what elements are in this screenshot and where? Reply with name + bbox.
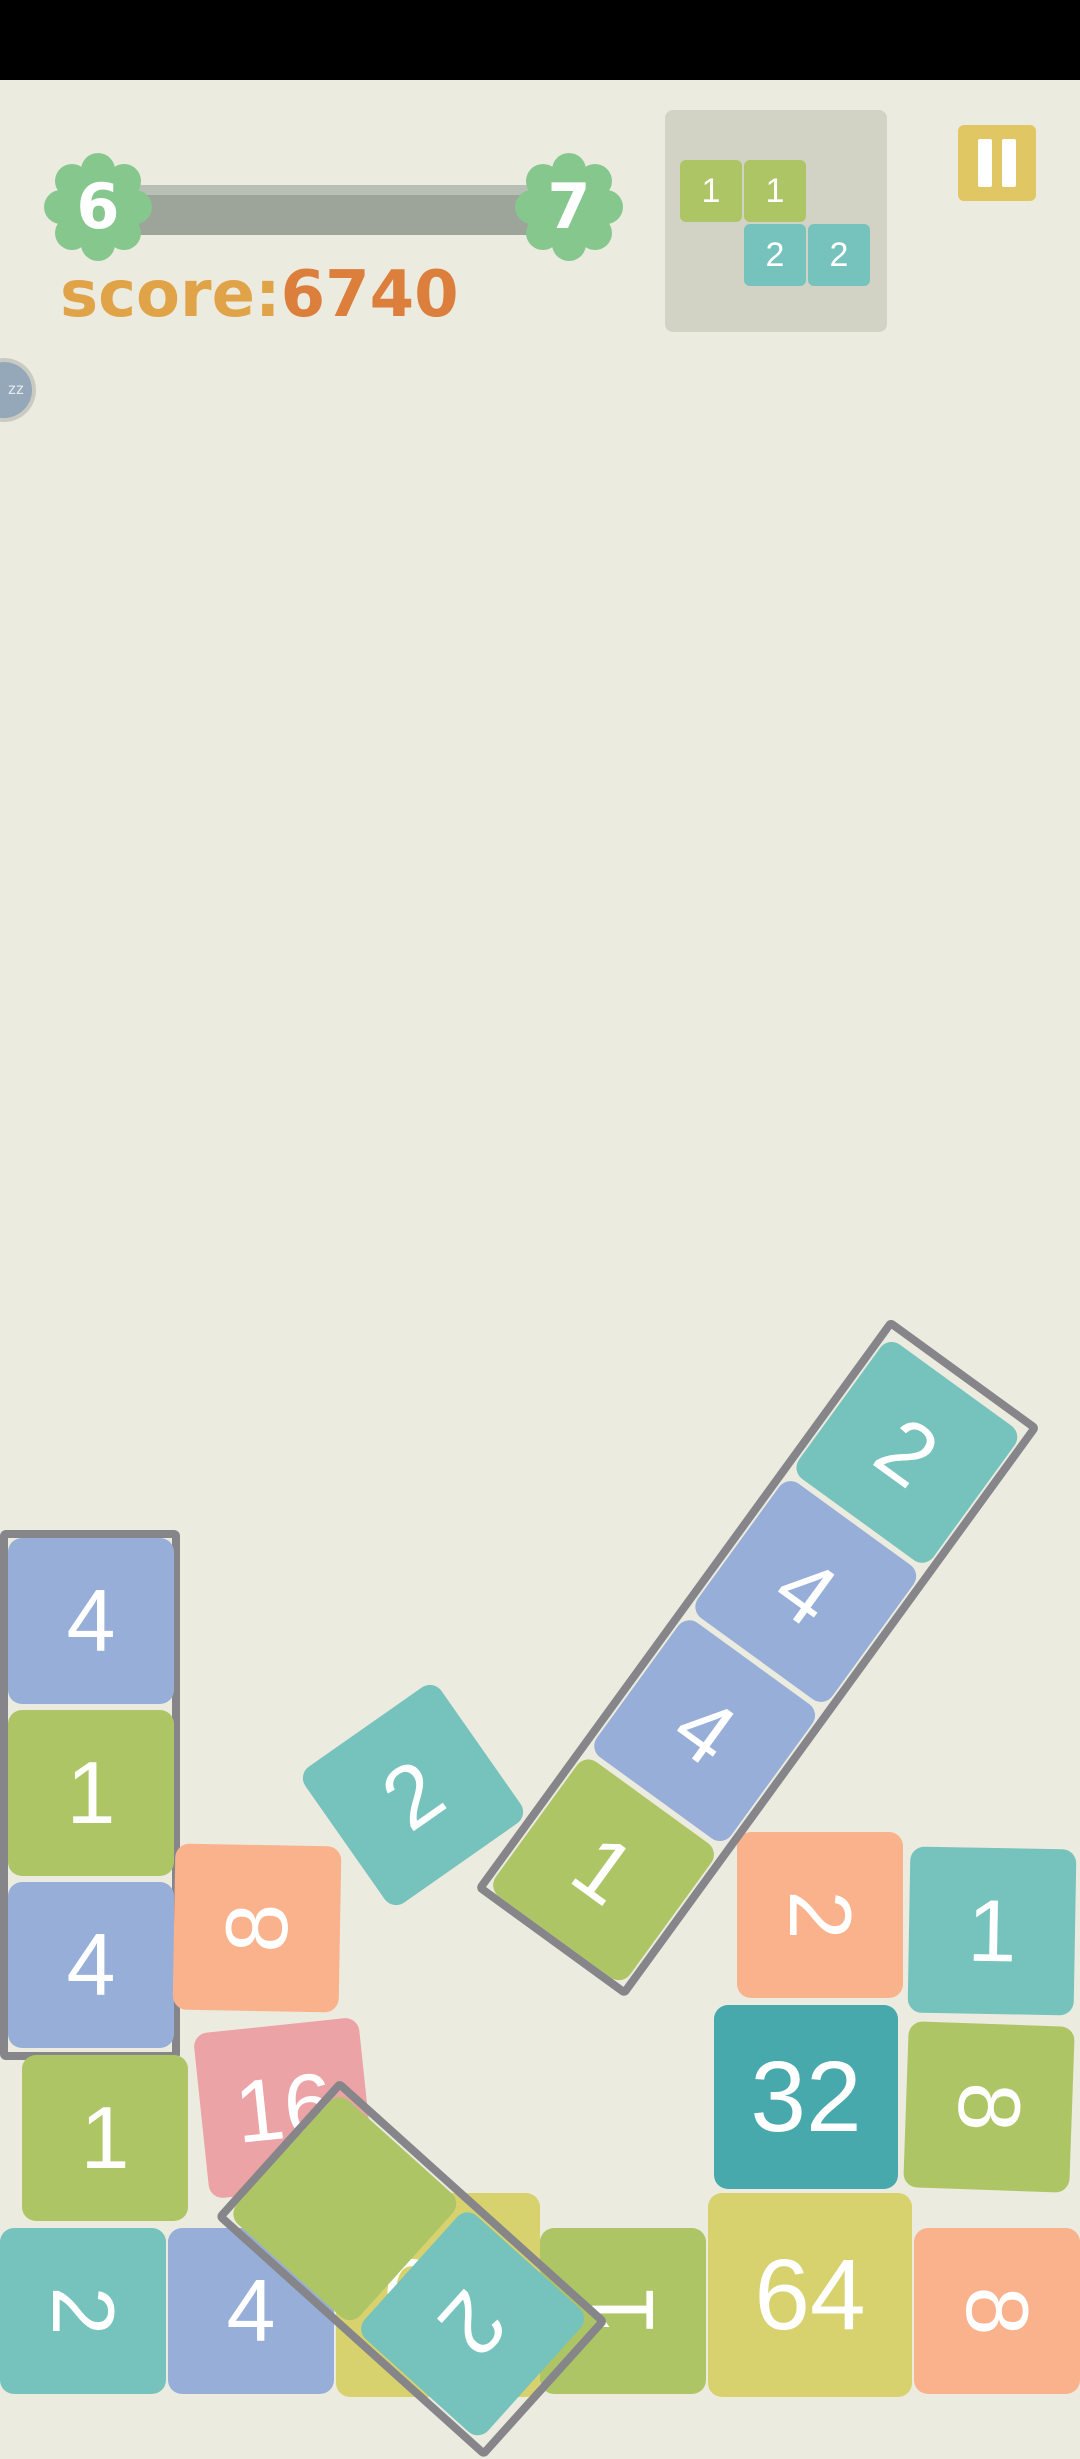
- score-value: 6740: [280, 258, 459, 332]
- side-bubble-button[interactable]: zz: [0, 358, 36, 422]
- next-level-badge: 7: [514, 152, 624, 262]
- side-bubble-label: zz: [0, 362, 32, 418]
- current-level-number: 6: [76, 170, 120, 243]
- block-tile: 1: [907, 1846, 1077, 2016]
- block-tile: 8: [914, 2228, 1080, 2394]
- score-label: score:: [60, 258, 281, 332]
- block-tile: 1: [8, 1710, 174, 1876]
- next-piece-tile: 2: [744, 224, 806, 286]
- current-level-badge: 6: [43, 152, 153, 262]
- block-tile: 4: [8, 1882, 174, 2048]
- level-progress-bar: [110, 185, 570, 235]
- block-tile: 2: [0, 2228, 166, 2394]
- block-tile: 2: [737, 1832, 903, 1998]
- block-tile: 32: [714, 2005, 898, 2189]
- block-tile: 64: [708, 2193, 912, 2397]
- status-bar: [0, 0, 1080, 80]
- block-tile: 4: [8, 1538, 174, 1704]
- next-piece-preview: 1 1 2 2: [665, 110, 887, 332]
- score-display: score:6740: [60, 258, 459, 332]
- block-tile: 1: [22, 2055, 188, 2221]
- next-level-number: 7: [547, 170, 591, 243]
- next-piece-tile: 1: [680, 160, 742, 222]
- block-tile: 8: [903, 2021, 1075, 2193]
- block-tile: 8: [172, 1843, 342, 2013]
- next-piece-tile: 1: [744, 160, 806, 222]
- next-piece-tile: 2: [808, 224, 870, 286]
- pause-icon: [978, 139, 992, 187]
- pause-button[interactable]: [958, 125, 1036, 201]
